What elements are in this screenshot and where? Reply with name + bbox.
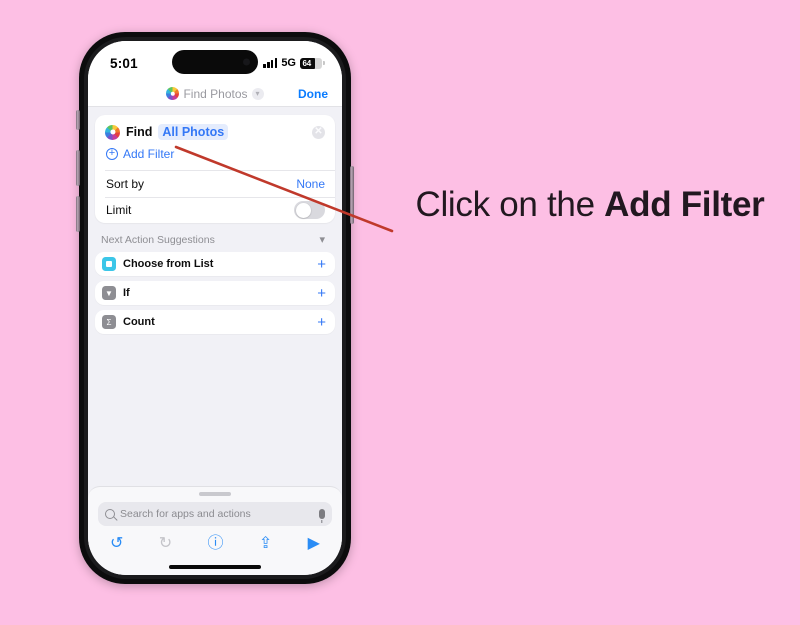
status-bar: 5:01 5G 64 — [88, 41, 342, 81]
sort-by-row[interactable]: Sort by None — [95, 171, 335, 197]
filter-funnel-icon: ▼ — [102, 286, 116, 300]
instruction-target: Add Filter — [604, 185, 765, 224]
action-card-header: Find All Photos ✕ — [95, 115, 335, 147]
network-type-label: 5G — [281, 57, 296, 69]
all-photos-token[interactable]: All Photos — [158, 124, 229, 140]
next-action-suggestions-header[interactable]: Next Action Suggestions ▾ — [95, 223, 335, 252]
close-circle-icon[interactable]: ✕ — [312, 125, 325, 139]
action-verb-label: Find — [126, 125, 153, 139]
battery-tip — [322, 60, 325, 65]
battery-level-label: 64 — [302, 58, 312, 68]
suggestion-label: Count — [123, 316, 155, 328]
sheet-grabber-handle[interactable] — [199, 492, 231, 496]
iphone-device-frame: 5:01 5G 64 Find Photos ▾ Done Find All P… — [76, 32, 354, 584]
shortcut-title: Find Photos — [183, 86, 248, 101]
cellular-bars-icon — [263, 58, 278, 68]
chevron-down-icon[interactable]: ▾ — [319, 234, 325, 246]
limit-label: Limit — [106, 203, 132, 217]
search-placeholder: Search for apps and actions — [120, 508, 251, 520]
microphone-icon[interactable] — [319, 509, 325, 519]
editor-toolbar: ↺ ↻ ⓘ ⇪ ▶ — [88, 526, 342, 552]
volume-down-button[interactable] — [76, 196, 80, 232]
limit-row[interactable]: Limit — [95, 197, 335, 223]
redo-button[interactable]: ↻ — [159, 536, 172, 552]
front-camera-icon — [243, 58, 250, 66]
undo-button[interactable]: ↺ — [110, 536, 123, 552]
plus-icon[interactable]: + — [317, 315, 326, 330]
done-button[interactable]: Done — [298, 87, 328, 101]
chevron-down-icon[interactable]: ▾ — [251, 87, 264, 100]
sort-by-label: Sort by — [106, 176, 145, 191]
photos-app-icon — [105, 124, 120, 140]
shortcut-editor-content: Find All Photos ✕ + Add Filter Sort by N… — [88, 107, 342, 503]
suggestion-label: If — [123, 287, 130, 299]
status-time: 5:01 — [110, 55, 138, 71]
suggestion-label: Choose from List — [123, 258, 214, 270]
volume-up-button[interactable] — [76, 150, 80, 186]
home-indicator[interactable] — [169, 565, 261, 569]
status-indicators: 5G 64 — [263, 53, 325, 69]
limit-toggle[interactable] — [294, 201, 325, 219]
search-input[interactable]: Search for apps and actions — [98, 502, 332, 526]
photos-app-icon — [166, 87, 180, 100]
share-button[interactable]: ⇪ — [259, 536, 272, 552]
sort-by-value[interactable]: None — [296, 177, 325, 191]
list-square-icon — [102, 257, 116, 271]
list-item[interactable]: Σ Count + — [95, 310, 335, 334]
bottom-sheet: Search for apps and actions ↺ ↻ ⓘ ⇪ ▶ — [88, 486, 342, 575]
navigation-bar: Find Photos ▾ Done — [88, 81, 342, 107]
toggle-knob — [295, 202, 311, 218]
silent-switch-button[interactable] — [76, 110, 80, 130]
suggestions-title: Next Action Suggestions — [101, 234, 215, 246]
battery-icon: 64 — [300, 57, 325, 69]
run-button[interactable]: ▶ — [308, 536, 320, 552]
list-item[interactable]: Choose from List + — [95, 252, 335, 276]
plus-icon[interactable]: + — [317, 286, 326, 301]
list-item[interactable]: ▼ If + — [95, 281, 335, 305]
instruction-prefix: Click on the — [415, 185, 605, 224]
info-button[interactable]: ⓘ — [208, 536, 224, 552]
power-button[interactable] — [350, 166, 354, 224]
add-filter-label: Add Filter — [123, 147, 175, 161]
sigma-icon: Σ — [102, 315, 116, 329]
search-icon — [105, 509, 115, 519]
plus-circle-icon: + — [106, 148, 118, 160]
plus-icon[interactable]: + — [317, 257, 326, 272]
dynamic-island — [172, 50, 258, 74]
instruction-text: Click on the Add Filter — [404, 180, 776, 230]
phone-screen: 5:01 5G 64 Find Photos ▾ Done Find All P… — [88, 41, 342, 575]
find-photos-action-card[interactable]: Find All Photos ✕ + Add Filter Sort by N… — [95, 115, 335, 223]
add-filter-button[interactable]: + Add Filter — [95, 147, 335, 170]
shortcut-title-menu[interactable]: Find Photos ▾ — [166, 86, 264, 101]
